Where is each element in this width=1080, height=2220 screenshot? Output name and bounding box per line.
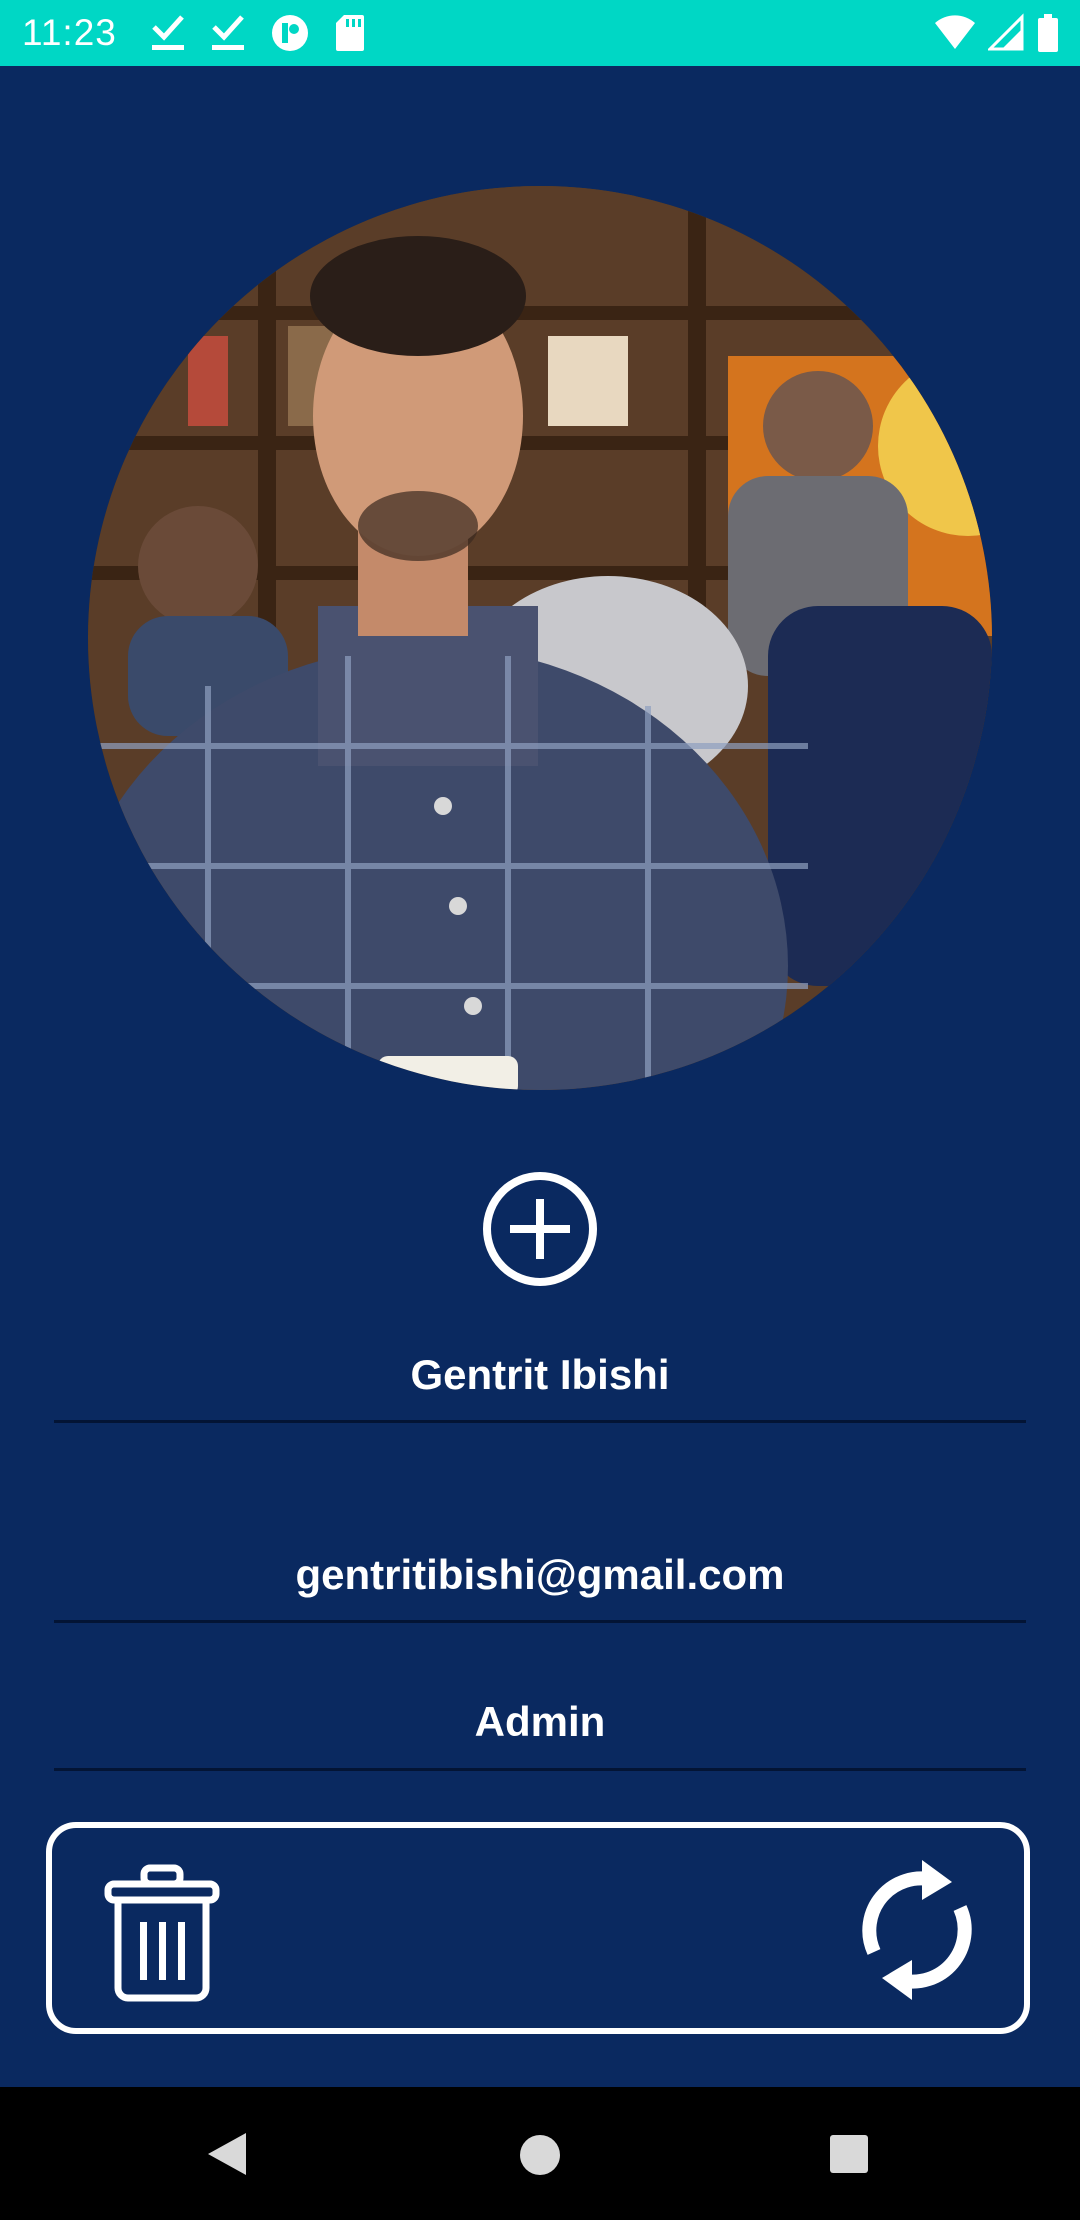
name-value: Gentrit Ibishi (410, 1351, 670, 1398)
profile-avatar[interactable] (88, 186, 992, 1090)
email-value: gentritibishi@gmail.com (295, 1551, 785, 1598)
refresh-button[interactable] (852, 1860, 982, 2000)
system-icons (934, 13, 1060, 53)
sd-card-icon (336, 15, 364, 51)
battery-icon (1038, 14, 1058, 52)
navigation-bar (0, 2087, 1080, 2220)
signal-icon (988, 13, 1024, 51)
status-time: 11:23 (22, 12, 117, 53)
action-bar (46, 1822, 1030, 2034)
back-icon[interactable] (204, 2131, 250, 2177)
role-value: Admin (474, 1698, 606, 1745)
wifi-icon (935, 15, 975, 49)
plus-circle-icon (483, 1172, 597, 1286)
add-photo-button[interactable] (482, 1171, 598, 1287)
home-icon[interactable] (518, 2133, 562, 2177)
recents-icon[interactable] (828, 2133, 870, 2175)
role-field[interactable]: Admin (54, 1690, 1026, 1771)
profile-photo (88, 186, 992, 1090)
refresh-icon (862, 1860, 972, 2000)
email-field[interactable]: gentritibishi@gmail.com (54, 1540, 1026, 1623)
delete-button[interactable] (102, 1864, 222, 2004)
checkmark-icon (212, 15, 244, 50)
status-bar: 11:23 (0, 0, 1080, 66)
trash-icon (104, 1864, 220, 2002)
p-badge-icon (272, 15, 308, 51)
notification-icons (150, 13, 366, 53)
checkmark-icon (152, 15, 184, 50)
name-field[interactable]: Gentrit Ibishi (54, 1340, 1026, 1423)
